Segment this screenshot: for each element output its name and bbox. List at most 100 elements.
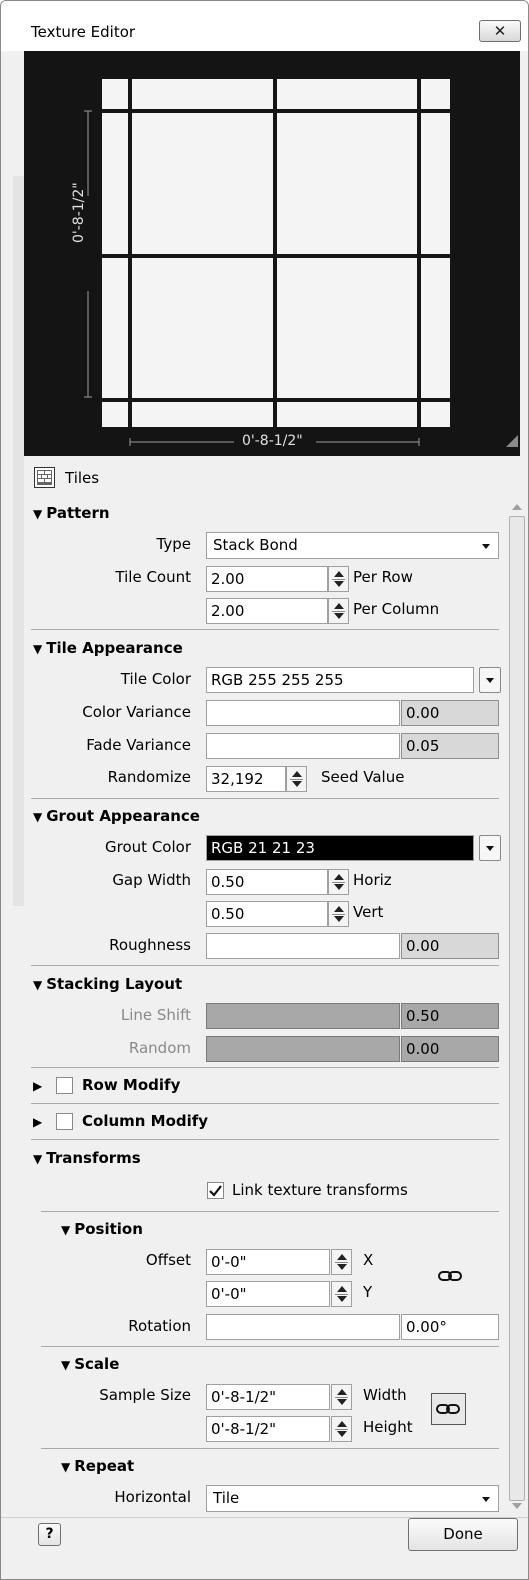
help-button[interactable]: ? bbox=[38, 1523, 61, 1546]
transforms-header-label: Transforms bbox=[46, 1149, 141, 1167]
column-modify-header[interactable]: ▶ bbox=[33, 1112, 46, 1130]
roughness-value[interactable]: 0.00 bbox=[401, 933, 499, 959]
tile-count-label: Tile Count bbox=[115, 568, 191, 586]
grout-color-dropdown[interactable] bbox=[479, 835, 501, 861]
horizontal-label: Horizontal bbox=[114, 1488, 191, 1506]
grout-appearance-header[interactable]: ▼ Grout Appearance bbox=[33, 807, 200, 825]
horiz-label: Horiz bbox=[353, 871, 392, 889]
color-variance-slider[interactable] bbox=[206, 700, 400, 726]
collapse-triangle-icon: ▼ bbox=[33, 1152, 43, 1166]
horiz-gap-input[interactable]: 0.50 bbox=[206, 869, 328, 895]
sample-width-label: Width bbox=[363, 1386, 407, 1404]
title-bar: Texture Editor ✕ bbox=[1, 1, 528, 51]
window-title: Texture Editor bbox=[31, 23, 136, 41]
done-button[interactable]: Done bbox=[408, 1518, 518, 1551]
randomize-input[interactable]: 32,192 bbox=[206, 766, 286, 792]
link-chain-icon[interactable] bbox=[435, 1261, 465, 1291]
fade-variance-value[interactable]: 0.05 bbox=[401, 733, 499, 759]
roughness-label: Roughness bbox=[109, 936, 191, 954]
sample-height-input[interactable]: 0'-8-1/2" bbox=[206, 1416, 330, 1442]
scrollbar-thumb[interactable] bbox=[509, 516, 525, 1501]
checkmark-icon bbox=[209, 1185, 222, 1197]
tile-appearance-header[interactable]: ▼ Tile Appearance bbox=[33, 639, 183, 657]
position-header-label: Position bbox=[74, 1220, 143, 1238]
offset-x-spinner[interactable] bbox=[331, 1249, 352, 1275]
random-label: Random bbox=[128, 1039, 191, 1057]
scale-header[interactable]: ▼ Scale bbox=[61, 1355, 119, 1373]
vert-label: Vert bbox=[353, 903, 384, 921]
column-modify-label: Column Modify bbox=[82, 1112, 209, 1130]
offset-x-input[interactable]: 0'-0" bbox=[206, 1249, 330, 1275]
offset-x-label: X bbox=[363, 1251, 374, 1269]
grout-color-field[interactable]: RGB 21 21 23 bbox=[206, 835, 474, 861]
color-variance-value[interactable]: 0.00 bbox=[401, 700, 499, 726]
randomize-label: Randomize bbox=[107, 768, 191, 786]
pattern-type-select[interactable]: Stack Bond bbox=[206, 532, 499, 559]
sample-height-label: Height bbox=[363, 1418, 413, 1436]
rotation-slider[interactable] bbox=[206, 1314, 400, 1340]
texture-type-icon bbox=[34, 467, 55, 488]
pattern-header[interactable]: ▼ Pattern bbox=[33, 504, 110, 522]
close-button[interactable]: ✕ bbox=[479, 20, 521, 42]
random-value: 0.00 bbox=[401, 1036, 499, 1062]
seed-value-label: Seed Value bbox=[321, 768, 405, 786]
per-row-input[interactable]: 2.00 bbox=[206, 566, 328, 592]
expand-triangle-icon: ▶ bbox=[33, 1115, 43, 1129]
rotation-value[interactable]: 0.00° bbox=[401, 1314, 499, 1340]
tile-color-field[interactable]: RGB 255 255 255 bbox=[206, 667, 474, 693]
offset-y-input[interactable]: 0'-0" bbox=[206, 1281, 330, 1307]
tile-color-dropdown[interactable] bbox=[479, 667, 501, 693]
preview-canvas bbox=[84, 79, 518, 447]
sample-height-spinner[interactable] bbox=[331, 1416, 352, 1442]
per-column-label: Per Column bbox=[353, 600, 440, 618]
position-header[interactable]: ▼ Position bbox=[61, 1220, 143, 1238]
line-shift-slider bbox=[206, 1003, 400, 1029]
row-modify-header[interactable]: ▶ bbox=[33, 1076, 46, 1094]
offset-y-spinner[interactable] bbox=[331, 1281, 352, 1307]
fade-variance-slider[interactable] bbox=[206, 733, 400, 759]
roughness-slider[interactable] bbox=[206, 933, 400, 959]
sample-width-spinner[interactable] bbox=[331, 1384, 352, 1410]
offset-label: Offset bbox=[145, 1251, 191, 1269]
repeat-header[interactable]: ▼ Repeat bbox=[61, 1457, 134, 1475]
sample-width-input[interactable]: 0'-8-1/2" bbox=[206, 1384, 330, 1410]
column-modify-checkbox[interactable] bbox=[56, 1113, 73, 1130]
divider bbox=[41, 1448, 499, 1449]
stacking-layout-header-label: Stacking Layout bbox=[46, 975, 183, 993]
collapse-triangle-icon: ▼ bbox=[33, 978, 43, 992]
row-modify-checkbox[interactable] bbox=[56, 1077, 73, 1094]
divider bbox=[31, 1103, 499, 1104]
preview-width-label: 0'-8-1/2" bbox=[242, 433, 303, 449]
per-column-spinner[interactable] bbox=[328, 598, 349, 624]
divider bbox=[41, 1346, 499, 1347]
sample-size-label: Sample Size bbox=[99, 1386, 191, 1404]
tile-appearance-header-label: Tile Appearance bbox=[46, 639, 183, 657]
scroll-up-icon[interactable] bbox=[512, 504, 522, 510]
collapse-triangle-icon: ▼ bbox=[61, 1223, 71, 1237]
divider bbox=[31, 629, 499, 630]
link-transforms-checkbox[interactable] bbox=[207, 1182, 224, 1199]
vert-gap-input[interactable]: 0.50 bbox=[206, 901, 328, 927]
transforms-header[interactable]: ▼ Transforms bbox=[33, 1149, 141, 1167]
link-transforms-label: Link texture transforms bbox=[232, 1181, 408, 1199]
scale-link-button[interactable] bbox=[431, 1393, 466, 1425]
grout-color-label: Grout Color bbox=[105, 838, 191, 856]
per-column-input[interactable]: 2.00 bbox=[206, 598, 328, 624]
randomize-spinner[interactable] bbox=[286, 766, 307, 792]
horiz-gap-spinner[interactable] bbox=[328, 869, 349, 895]
texture-name: Tiles bbox=[65, 469, 100, 487]
stacking-layout-header[interactable]: ▼ Stacking Layout bbox=[33, 975, 182, 993]
scroll-down-icon[interactable] bbox=[512, 1503, 522, 1509]
grout-appearance-header-label: Grout Appearance bbox=[46, 807, 200, 825]
gap-width-label: Gap Width bbox=[112, 871, 191, 889]
vert-gap-spinner[interactable] bbox=[328, 901, 349, 927]
fade-variance-label: Fade Variance bbox=[86, 736, 191, 754]
divider bbox=[31, 1067, 499, 1068]
row-modify-label: Row Modify bbox=[82, 1076, 181, 1094]
per-row-spinner[interactable] bbox=[328, 566, 349, 592]
divider bbox=[31, 1139, 499, 1140]
rotation-label: Rotation bbox=[128, 1317, 191, 1335]
pattern-header-label: Pattern bbox=[46, 504, 110, 522]
horizontal-repeat-select[interactable]: Tile bbox=[206, 1485, 499, 1512]
collapse-triangle-icon: ▼ bbox=[33, 642, 43, 656]
